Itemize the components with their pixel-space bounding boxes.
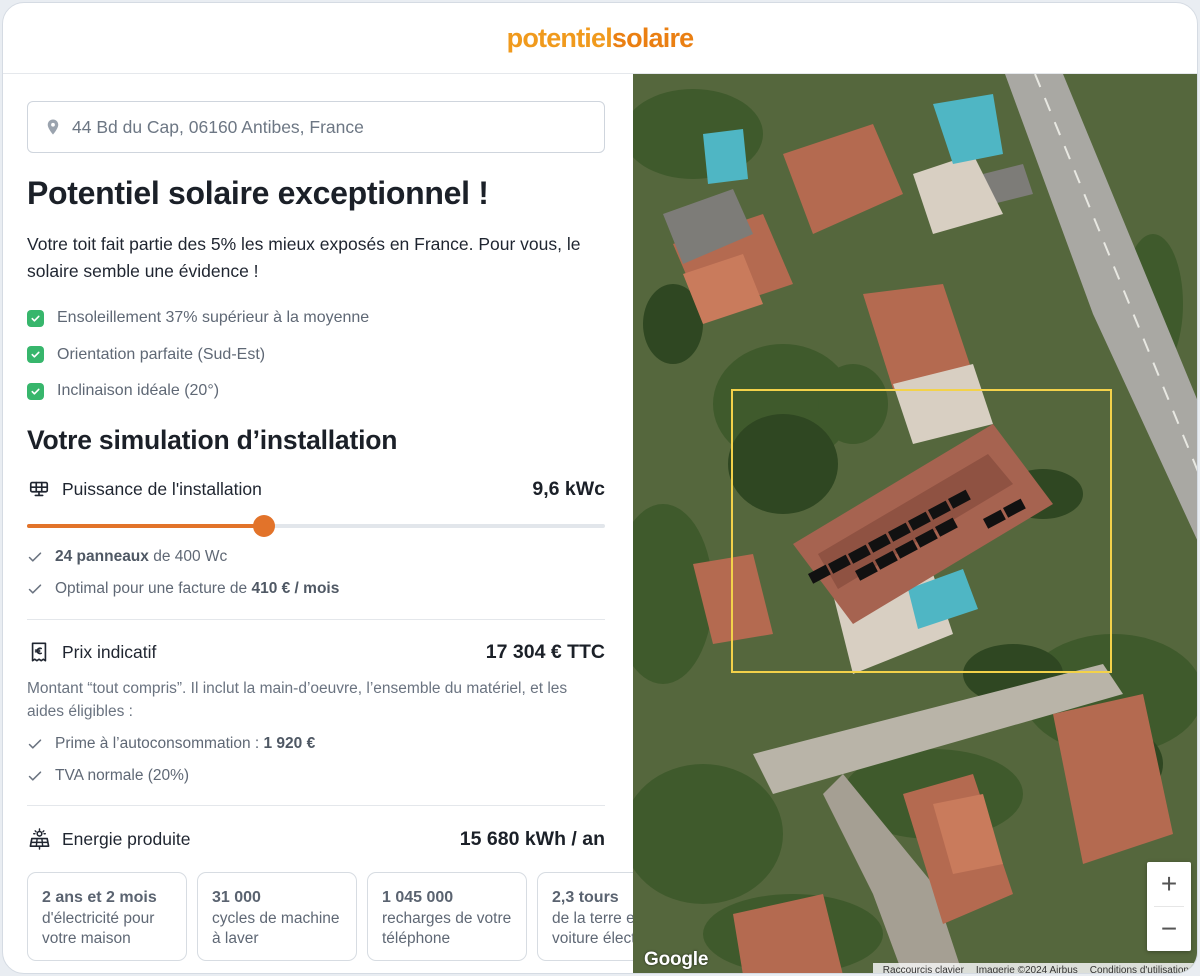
highlight-item: Orientation parfaite (Sud-Est) [27,337,369,374]
power-value: 9,6 kWc [532,477,605,500]
equivalence-card: 2,3 tours de la terre en voiture électri… [537,872,633,961]
prime-info: Prime à l’autoconsommation : 1 920 € [27,735,315,753]
tva-info: TVA normale (20%) [27,767,189,785]
power-row: Puissance de l'installation 9,6 kWc [27,477,605,501]
checkbox-checked-icon [27,309,44,327]
intro-text: Votre toit fait partie des 5% les mieux … [27,234,581,281]
sun-panel-icon [27,827,51,851]
terms-link[interactable]: Conditions d'utilisation [1084,965,1195,974]
imagery-credit: Imagerie ©2024 Airbus [975,964,1078,974]
check-icon [28,584,42,594]
highlight-item: Ensoleillement 37% supérieur à la moyenn… [27,300,369,337]
price-label: Prix indicatif [62,641,157,662]
location-pin-icon [47,119,59,135]
equivalence-card: 1 045 000 recharges de votre téléphone [367,872,527,961]
app-window: potentielsolaire 44 Bd du Cap, 06160 Ant… [2,2,1198,974]
zoom-out-button[interactable]: − [1147,907,1191,951]
divider [27,619,605,620]
check-icon [28,739,42,749]
energy-value: 15 680 kWh / an [459,827,605,850]
price-value: 17 304 € TTC [485,640,605,663]
check-icon [28,771,42,781]
satellite-imagery [633,74,1197,973]
check-icon [28,552,42,562]
section-title: Votre simulation d’installation [27,425,398,455]
price-description: Montant “tout compris”. Il inclut la mai… [27,680,568,720]
checkbox-checked-icon [27,346,44,364]
euro-receipt-icon [27,640,51,664]
power-label: Puissance de l'installation [62,478,262,499]
address-value: 44 Bd du Cap, 06160 Antibes, France [72,116,364,137]
header: potentielsolaire [3,3,1197,74]
highlight-item: Inclinaison idéale (20°) [27,373,369,410]
price-row: Prix indicatif 17 304 € TTC [27,640,605,664]
solar-panel-icon [27,477,51,501]
keyboard-shortcuts-link[interactable]: Raccourcis clavier [877,965,970,974]
address-input[interactable]: 44 Bd du Cap, 06160 Antibes, France [27,101,605,153]
zoom-control: + − [1147,862,1191,951]
logo[interactable]: potentielsolaire [507,23,695,54]
satellite-map[interactable]: + − Google Raccourcis clavier Imagerie ©… [633,74,1197,974]
power-slider[interactable] [27,515,605,537]
panels-info: 24 panneaux de 400 Wc [27,548,227,566]
bill-info: Optimal pour une facture de 410 € / mois [27,580,339,598]
zoom-in-button[interactable]: + [1147,862,1191,906]
equivalence-card: 2 ans et 2 mois d'électricité pour votre… [27,872,187,961]
checkbox-checked-icon [27,382,44,400]
energy-label: Energie produite [62,828,191,849]
google-logo[interactable]: Google [644,949,708,971]
highlights-list: Ensoleillement 37% supérieur à la moyenn… [27,300,369,410]
energy-row: Energie produite 15 680 kWh / an [27,827,605,851]
equivalence-card: 31 000 cycles de machine à laver [197,872,357,961]
map-attribution: Raccourcis clavier Imagerie ©2024 Airbus… [872,963,1197,974]
simulation-panel: 44 Bd du Cap, 06160 Antibes, France Pote… [3,74,633,973]
equivalence-cards: 2 ans et 2 mois d'électricité pour votre… [27,872,633,961]
divider [27,805,605,806]
slider-fill [27,524,264,528]
page-title: Potentiel solaire exceptionnel ! [27,175,489,211]
slider-thumb[interactable] [252,515,275,537]
